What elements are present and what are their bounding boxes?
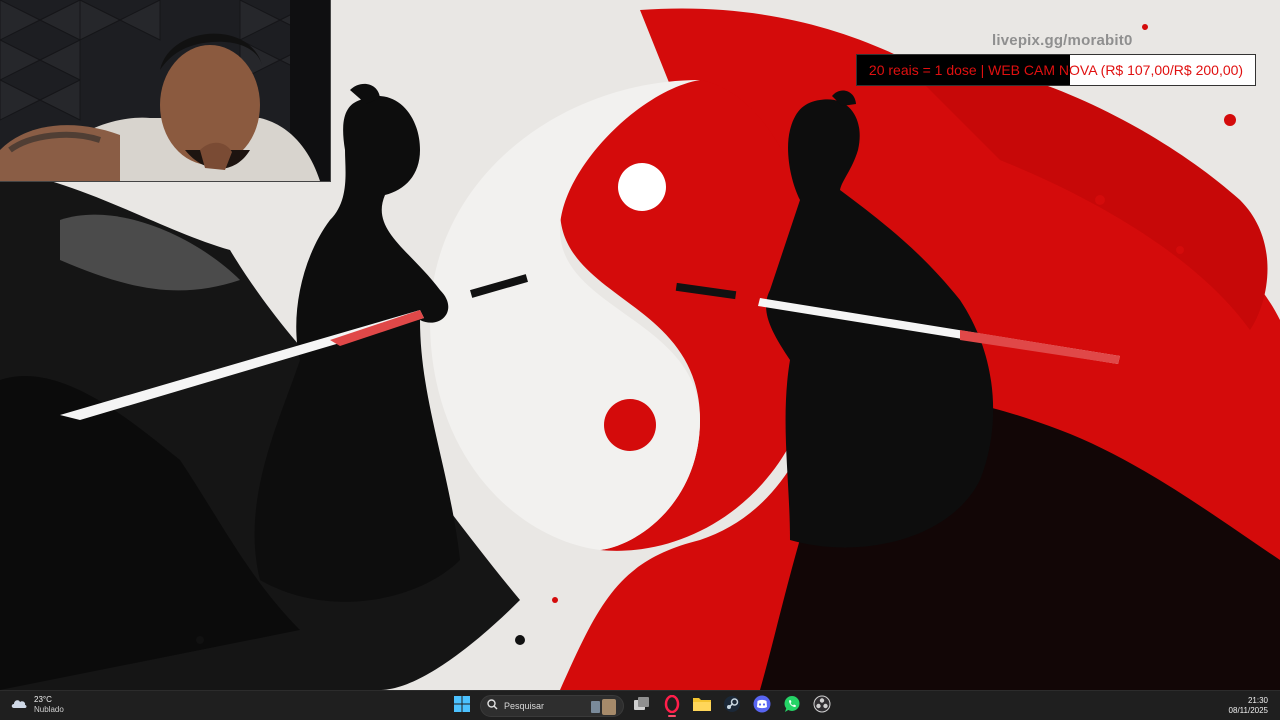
obs-button[interactable]: [810, 694, 834, 718]
steam-button[interactable]: [720, 694, 744, 718]
weather-widget[interactable]: 23°C Nublado: [10, 695, 64, 715]
weather-condition: Nublado: [34, 705, 64, 714]
windows-start-icon: [454, 695, 470, 717]
active-indicator: [668, 715, 676, 717]
clock-time: 21:30: [1247, 696, 1268, 705]
webcam-feed: [0, 0, 331, 182]
folder-icon: [693, 696, 711, 716]
task-view-button[interactable]: [630, 694, 654, 718]
weather-temperature: 23°C: [34, 695, 52, 704]
opera-gx-button[interactable]: [660, 694, 684, 718]
obs-icon: [813, 695, 831, 718]
livepix-link: livepix.gg/morabit0: [992, 32, 1133, 49]
search-highlight-icon: [591, 699, 617, 720]
cloud-icon: [10, 696, 28, 715]
windows-taskbar: 23°C Nublado Pesquisar 21:30 08/11/2025: [0, 690, 1280, 720]
search-placeholder: Pesquisar: [504, 701, 545, 711]
donation-goal-bar: 20 reais = 1 dose | WEB CAM NOVA (R$ 107…: [856, 54, 1256, 86]
file-explorer-button[interactable]: [690, 694, 714, 718]
whatsapp-button[interactable]: [780, 694, 804, 718]
start-button[interactable]: [450, 694, 474, 718]
discord-button[interactable]: [750, 694, 774, 718]
clock-date: 08/11/2025: [1228, 706, 1268, 715]
system-clock[interactable]: 21:30 08/11/2025: [1229, 696, 1268, 716]
donation-goal-text: 20 reais = 1 dose | WEB CAM NOVA (R$ 107…: [868, 62, 1244, 78]
search-icon: [487, 697, 498, 715]
discord-icon: [753, 695, 771, 718]
task-view-icon: [634, 696, 650, 716]
taskbar-apps: Pesquisar: [450, 693, 834, 719]
taskbar-search[interactable]: Pesquisar: [480, 695, 624, 717]
steam-icon: [723, 695, 741, 718]
whatsapp-icon: [783, 695, 801, 718]
